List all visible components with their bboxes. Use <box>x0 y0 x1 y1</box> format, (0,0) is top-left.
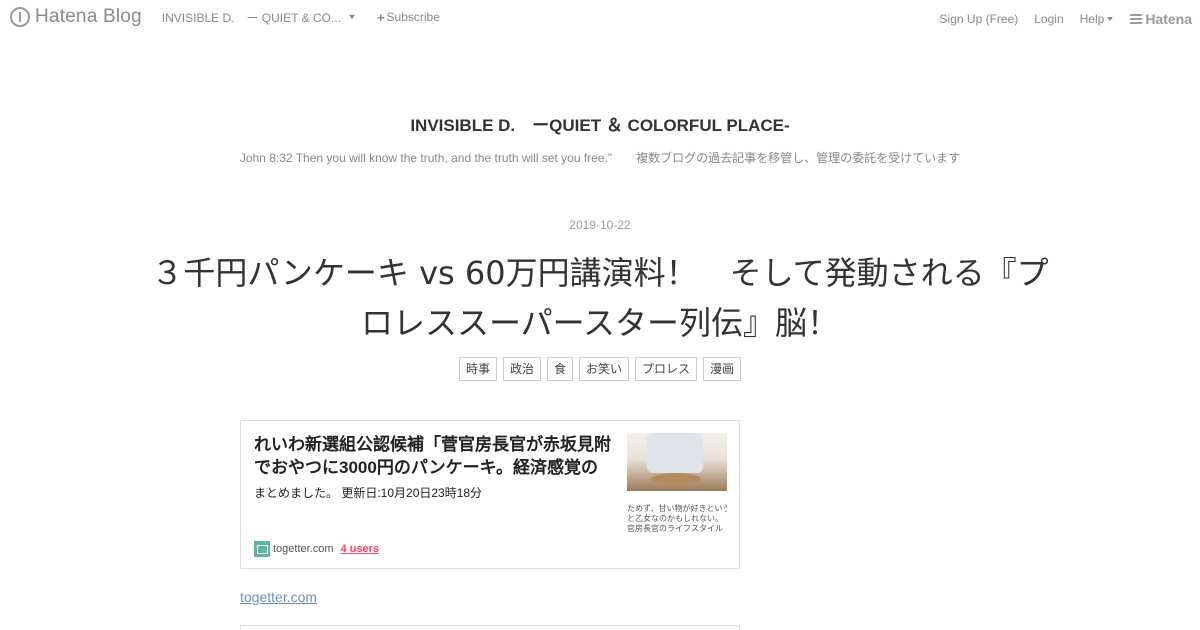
hatena-icon <box>1129 14 1143 24</box>
bookmark-users-link[interactable]: 4 users <box>341 543 380 555</box>
embed-card-title[interactable]: れいわ新選組公認候補「菅官房長官が赤坂見附でおやつに3000円のパンケーキ。経済… <box>254 433 614 479</box>
hatena-blog-logo-icon <box>10 7 30 27</box>
hatena-link[interactable]: Hatena <box>1129 11 1192 27</box>
source-link[interactable]: togetter.com <box>240 589 317 605</box>
embed-card-footer: togetter.com 4 users <box>254 541 379 557</box>
global-header-left: Hatena Blog INVISIBLE D. ー QUIET & CO...… <box>10 6 440 28</box>
embed-card-description: まとめました。 更新日:10月20日23時18分 <box>254 486 483 500</box>
entry-categories: 時事 政治 食 お笑い プロレス 漫画 <box>0 357 1200 381</box>
signup-link[interactable]: Sign Up (Free) <box>940 12 1019 26</box>
embed-card-next[interactable] <box>240 625 740 630</box>
thumbnail-photo <box>627 433 727 491</box>
thumbnail-caption-line: と乙女なのかもしれない。 <box>627 514 723 523</box>
global-header-right: Sign Up (Free) Login Help Hatena <box>924 11 1192 27</box>
category-tag[interactable]: お笑い <box>579 357 630 381</box>
global-header: Hatena Blog INVISIBLE D. ー QUIET & CO...… <box>0 0 1200 36</box>
hatena-label: Hatena <box>1145 11 1192 27</box>
category-tag[interactable]: プロレス <box>635 357 698 381</box>
login-link[interactable]: Login <box>1034 12 1063 26</box>
subscribe-label: Subscribe <box>386 10 440 24</box>
help-menu[interactable]: Help <box>1080 12 1114 26</box>
help-label: Help <box>1079 12 1105 26</box>
subscribe-button[interactable]: + Subscribe <box>377 10 440 25</box>
blog-description: John 8:32 Then you will know the truth, … <box>239 151 961 165</box>
category-tag[interactable]: 時事 <box>458 357 497 381</box>
thumbnail-caption-line: ためず、甘い物が好きという <box>627 504 727 513</box>
category-tag[interactable]: 政治 <box>502 357 541 381</box>
entry-date[interactable]: 2019-10-22 <box>0 218 1200 232</box>
category-tag[interactable]: 漫画 <box>703 357 742 381</box>
logo-text: Hatena Blog <box>35 6 142 27</box>
entry-title-line-1: ３千円パンケーキ vs 60万円講演料！ そして発動される『プ <box>151 254 1049 292</box>
embed-card[interactable]: れいわ新選組公認候補「菅官房長官が赤坂見附でおやつに3000円のパンケーキ。経済… <box>240 420 740 569</box>
thumbnail-caption-line: 官房長官のライフスタイル <box>627 524 723 533</box>
embed-card-site[interactable]: togetter.com <box>273 543 334 555</box>
blog-title[interactable]: INVISIBLE D. ーQUIET ＆ COLORFUL PLACE- <box>0 111 1200 136</box>
blog-name-label: INVISIBLE D. ー QUIET & CO... <box>161 10 341 25</box>
chevron-down-icon <box>348 15 355 19</box>
hatena-blog-logo[interactable]: Hatena Blog <box>10 6 142 28</box>
blog-name-menu[interactable]: INVISIBLE D. ー QUIET & CO... <box>162 9 355 26</box>
plus-icon: + <box>376 9 385 25</box>
togetter-favicon-icon <box>254 541 270 557</box>
thumbnail-caption: ためず、甘い物が好きという と乙女なのかもしれない。 官房長官のライフスタイル <box>627 504 727 534</box>
chevron-down-icon <box>1107 17 1114 21</box>
entry-title-line-2: ロレススーパースター列伝』脳！ <box>360 304 840 342</box>
entry-title[interactable]: ３千円パンケーキ vs 60万円講演料！ そして発動される『プ ロレススーパース… <box>150 248 1050 348</box>
category-tag[interactable]: 食 <box>546 357 573 381</box>
embed-card-thumbnail[interactable]: ためず、甘い物が好きという と乙女なのかもしれない。 官房長官のライフスタイル <box>627 433 727 533</box>
